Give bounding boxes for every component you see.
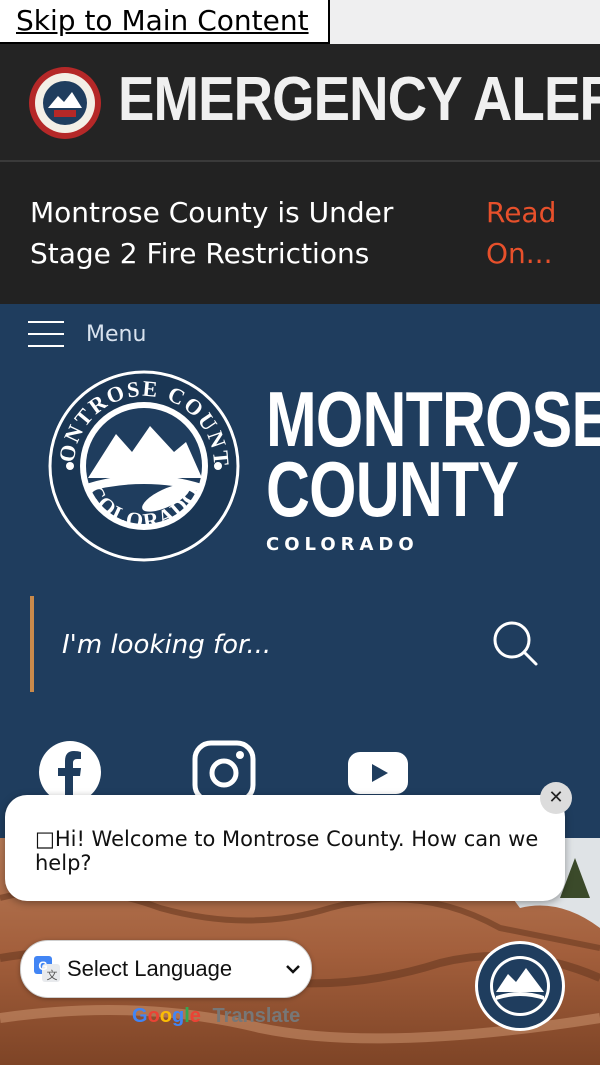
chat-launcher-seal-icon[interactable]	[474, 940, 566, 1032]
search-input[interactable]	[60, 620, 454, 670]
svg-text:文: 文	[47, 968, 58, 982]
skip-to-main-link[interactable]: Skip to Main Content	[16, 4, 309, 37]
powered-by-google: Google Translate	[132, 1005, 300, 1028]
language-select[interactable]: G 文 Select Language	[20, 940, 312, 998]
brand-subtitle: COLORADO	[266, 534, 419, 555]
menu-label: Menu	[86, 321, 147, 347]
hamburger-icon	[28, 321, 64, 347]
top-gap	[330, 0, 600, 44]
brand-line-1: MONTROSE	[266, 375, 600, 463]
skip-link-container: Skip to Main Content	[0, 0, 330, 44]
read-on-link[interactable]: Read On...	[486, 192, 586, 274]
menu-button[interactable]: Menu	[28, 312, 146, 356]
powered-by-translate-label: Translate	[212, 1005, 301, 1027]
chat-close-button[interactable]: ✕	[540, 782, 572, 814]
alert-message-bar: Montrose County is Under Stage 2 Fire Re…	[0, 162, 600, 304]
chevron-down-icon	[286, 965, 300, 974]
county-name-logo[interactable]: MONTROSE COUNTY COLORADO	[266, 375, 600, 555]
emergency-alert-banner: EMERGENCY ALERT	[0, 44, 600, 162]
alert-logo-icon	[29, 67, 101, 139]
search-icon[interactable]	[488, 616, 544, 672]
language-select-label: Select Language	[67, 956, 233, 981]
search-accent-bar	[30, 596, 34, 692]
site-search	[30, 596, 570, 692]
site-header: Menu MONTROSE COUNTY COLORADO MONTROSE C…	[0, 304, 600, 844]
brand-line-2: COUNTY	[266, 445, 519, 533]
google-logo-text: Google	[132, 1005, 201, 1027]
alert-message: Montrose County is Under Stage 2 Fire Re…	[30, 196, 394, 270]
google-translate-icon: G 文	[34, 956, 60, 982]
chat-greeting-popup[interactable]: □Hi! Welcome to Montrose County. How can…	[5, 795, 565, 901]
chat-greeting-text: □Hi! Welcome to Montrose County. How can…	[35, 827, 539, 875]
county-seal-logo[interactable]: MONTROSE COUNTY COLORADO	[46, 368, 242, 564]
alert-title: EMERGENCY ALERT	[118, 65, 600, 134]
